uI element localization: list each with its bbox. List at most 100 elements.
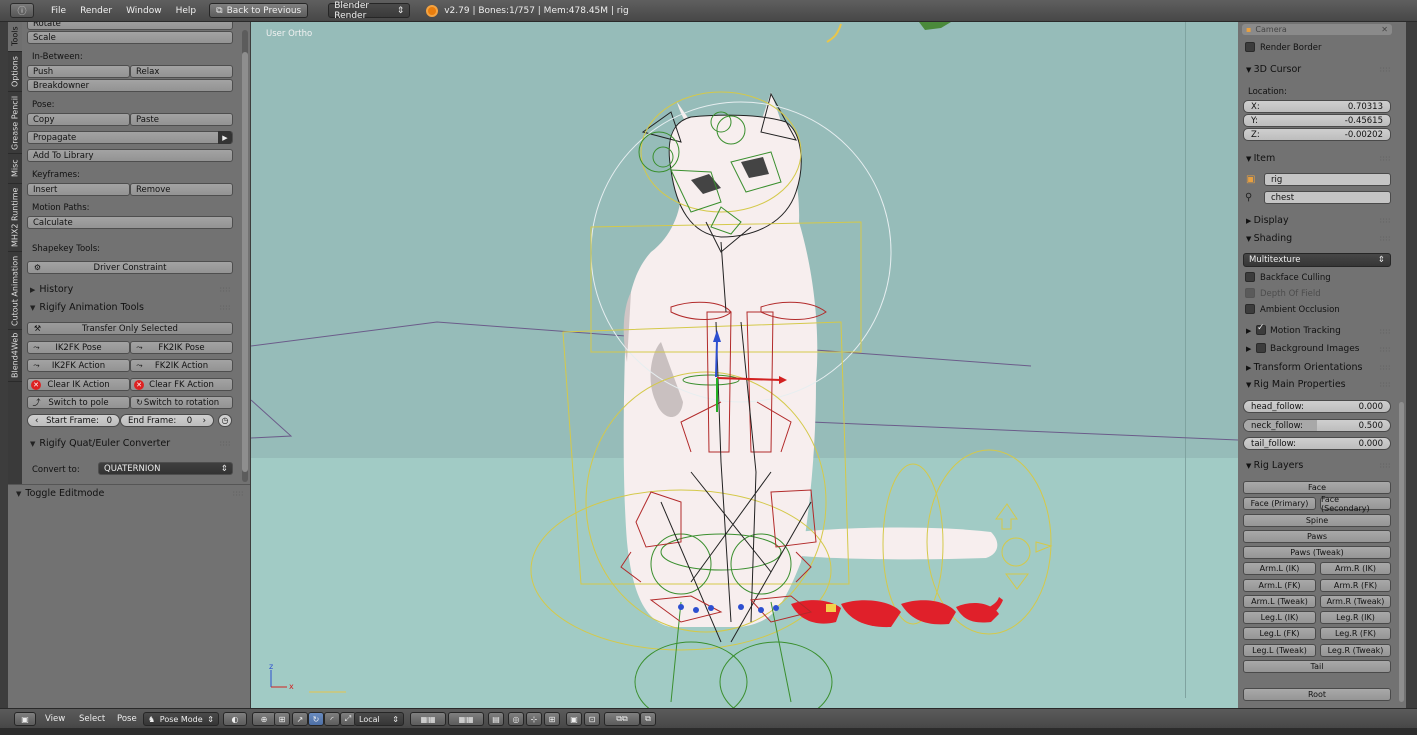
layer-face-button[interactable]: Face [1243,481,1391,494]
drag-grip-icon[interactable]: ∷∷ [1380,462,1391,470]
breakdowner-button[interactable]: Breakdowner [27,79,233,92]
shading-header[interactable]: ▼ Shading [1246,233,1292,244]
layer-leg-r-tweak-button[interactable]: Leg.R (Tweak) [1320,644,1391,657]
tab-cutout-animation[interactable]: Cutout Animation [8,252,22,330]
drag-grip-icon[interactable]: ∷∷ [220,286,231,294]
quat-euler-converter-header[interactable]: ▼ Rigify Quat/Euler Converter [30,438,170,449]
cursor-z-field[interactable]: Z: -0.00202 [1243,128,1391,141]
tab-tools[interactable]: Tools [8,22,22,52]
rotate-manipulator-button[interactable]: ↻ [308,712,324,726]
background-images-header[interactable]: ▶ [1246,344,1251,354]
copy-pose-button[interactable]: Copy [27,113,130,126]
paste-pose-button[interactable]: Paste [130,113,233,126]
layer-paws-tweak-button[interactable]: Paws (Tweak) [1243,546,1391,559]
layer-arm-l-fk-button[interactable]: Arm.L (FK) [1243,579,1316,592]
drag-grip-icon[interactable]: ∷∷ [1380,328,1391,336]
push-button[interactable]: Push [27,65,130,78]
layer-spine-button[interactable]: Spine [1243,514,1391,527]
ambient-occlusion-checkbox[interactable] [1245,304,1255,314]
select-menu[interactable]: Select [79,712,105,726]
scene-layers-grid[interactable]: ▦▦ [410,712,446,726]
switch-to-rotation-button[interactable]: ↻ Switch to rotation [130,396,233,409]
history-panel-header[interactable]: ▶ History [30,284,73,295]
layer-arm-r-tweak-button[interactable]: Arm.R (Tweak) [1320,595,1391,608]
tab-mhx2-runtime[interactable]: MHX2 Runtime [8,184,22,252]
lock-layers-button[interactable]: ▤ [488,712,504,726]
cursor-y-field[interactable]: Y: -0.45615 [1243,114,1391,127]
ik2fk-pose-button[interactable]: ⤳ IK2FK Pose [27,341,130,354]
layer-paws-button[interactable]: Paws [1243,530,1391,543]
start-frame-field[interactable]: ‹ Start Frame: 0 [27,414,120,427]
info-editor-type-button[interactable]: ⓘ [10,3,34,18]
drag-grip-icon[interactable]: ∷∷ [1380,364,1391,372]
ik2fk-action-button[interactable]: ⤳ IK2FK Action [27,359,130,372]
layer-arm-r-fk-button[interactable]: Arm.R (FK) [1320,579,1391,592]
tool-shelf-scrollbar[interactable] [242,30,248,482]
layer-arm-l-tweak-button[interactable]: Arm.L (Tweak) [1243,595,1316,608]
add-to-library-button[interactable]: Add To Library [27,149,233,162]
render-border-checkbox[interactable] [1245,42,1255,52]
rig-layers-header[interactable]: ▼ Rig Layers [1246,460,1303,471]
layer-leg-l-fk-button[interactable]: Leg.L (FK) [1243,627,1316,640]
3d-cursor-header[interactable]: ▼ 3D Cursor [1246,64,1301,75]
layer-leg-l-ik-button[interactable]: Leg.L (IK) [1243,611,1316,624]
bone-name-field[interactable]: chest [1264,191,1391,204]
drag-grip-icon[interactable]: ∷∷ [220,440,231,448]
layer-face-primary-button[interactable]: Face (Primary) [1243,497,1316,510]
backface-culling-checkbox[interactable] [1245,272,1255,282]
viewport-shading-select[interactable]: ◐ [223,712,247,726]
close-icon[interactable]: ✕ [1381,25,1388,34]
driver-constraint-button[interactable]: ⚙ Driver Constraint [27,261,233,274]
render-engine-select[interactable]: Blender Render ⇕ [328,1,411,21]
drag-grip-icon[interactable]: ∷∷ [233,490,244,498]
tab-grease-pencil[interactable]: Grease Pencil [8,92,22,154]
tail-follow-slider[interactable]: tail_follow: 0.000 [1243,437,1391,450]
convert-to-select[interactable]: QUATERNION ⇕ [98,462,233,475]
fk2ik-pose-button[interactable]: ⤳ FK2IK Pose [130,341,233,354]
clear-ik-action-button[interactable]: ✕ Clear IK Action [27,378,130,391]
layer-leg-l-tweak-button[interactable]: Leg.L (Tweak) [1243,644,1316,657]
tab-options[interactable]: Options [8,52,22,92]
head-follow-slider[interactable]: head_follow: 0.000 [1243,400,1391,413]
item-header[interactable]: ▼ Item [1246,153,1275,164]
opengl-render-button[interactable]: ⊡ [584,712,600,726]
fk2ik-action-button[interactable]: ⤳ FK2IK Action [130,359,233,372]
drag-grip-icon[interactable]: ∷∷ [1380,217,1391,225]
menu-help[interactable]: Help [169,6,204,16]
scrollbar-thumb[interactable] [1399,402,1404,702]
rigify-animation-tools-header[interactable]: ▼ Rigify Animation Tools [30,302,144,313]
neck-follow-slider[interactable]: neck_follow: 0.500 [1243,419,1391,432]
clear-fk-action-button[interactable]: ✕ Clear FK Action [130,378,233,391]
layer-root-button[interactable]: Root [1243,688,1391,701]
background-images-checkbox[interactable] [1256,343,1266,353]
scene-layers-grid-2[interactable]: ▦▦ [448,712,484,726]
layer-arm-l-ik-button[interactable]: Arm.L (IK) [1243,562,1316,575]
rotate-button[interactable]: Rotate [27,22,233,30]
switch-to-pole-button[interactable]: ⤴ Switch to pole [27,396,130,409]
menu-window[interactable]: Window [119,6,169,16]
motion-tracking-header[interactable]: ▶ [1246,326,1251,336]
menu-file[interactable]: File [44,6,73,16]
layer-leg-r-fk-button[interactable]: Leg.R (FK) [1320,627,1391,640]
layer-face-secondary-button[interactable]: Face (Secondary) [1320,495,1391,513]
drag-grip-icon[interactable]: ∷∷ [220,304,231,312]
pose-paste-flip-button[interactable]: ⧉ [640,712,656,726]
insert-keyframe-button[interactable]: Insert [27,183,130,196]
snap-toggle[interactable]: ⊹ [526,712,542,726]
drag-grip-icon[interactable]: ∷∷ [1380,235,1391,243]
transfer-only-selected-toggle[interactable]: ⚒ Transfer Only Selected [27,322,233,335]
toggle-editmode-header[interactable]: ▼ Toggle Editmode [16,488,104,499]
pivot-point-select[interactable]: ⊕ [252,712,276,726]
shading-mode-select[interactable]: Multitexture ⇕ [1243,253,1391,267]
interaction-mode-select[interactable]: ♞ Pose Mode ⇕ [143,712,219,726]
end-frame-field[interactable]: End Frame: 0 › [120,414,214,427]
render-preview-button[interactable]: ▣ [566,712,582,726]
pose-menu[interactable]: Pose [117,712,137,726]
proportional-edit-button[interactable]: ◎ [508,712,524,726]
manipulator-toggle[interactable]: ⊞ [274,712,290,726]
pose-copy-paste-buttons[interactable]: ⧉⧉ [604,712,640,726]
rig-main-properties-header[interactable]: ▼ Rig Main Properties [1246,379,1346,390]
transform-orientation-select[interactable]: Local ⇕ [354,712,404,726]
drag-grip-icon[interactable]: ∷∷ [1380,155,1391,163]
display-header[interactable]: ▶ Display [1246,215,1289,226]
